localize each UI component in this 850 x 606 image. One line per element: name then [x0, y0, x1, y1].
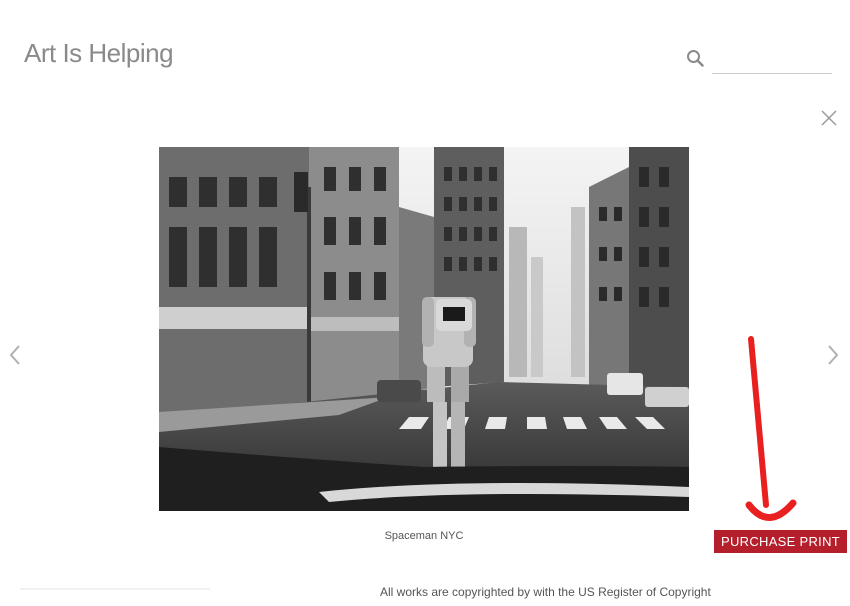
search-icon[interactable]: [686, 49, 704, 67]
annotation-arrow-icon: [745, 336, 797, 521]
spaceman-photo-illustration: [159, 147, 689, 511]
purchase-print-button[interactable]: PURCHASE PRINT: [714, 530, 847, 553]
site-title[interactable]: Art Is Helping: [24, 38, 174, 69]
footer-divider: [20, 588, 210, 590]
photo-caption: Spaceman NYC: [384, 530, 464, 542]
search-input[interactable]: [712, 46, 832, 74]
close-icon[interactable]: [820, 109, 838, 127]
footer-copyright: All works are copyrighted by with the US…: [380, 585, 711, 599]
chevron-right-icon[interactable]: [826, 344, 840, 366]
page: Art Is Helping Spaceman NYC PURCHASE PRI…: [0, 0, 850, 606]
chevron-left-icon[interactable]: [8, 344, 22, 366]
lightbox-photo: [159, 147, 689, 511]
